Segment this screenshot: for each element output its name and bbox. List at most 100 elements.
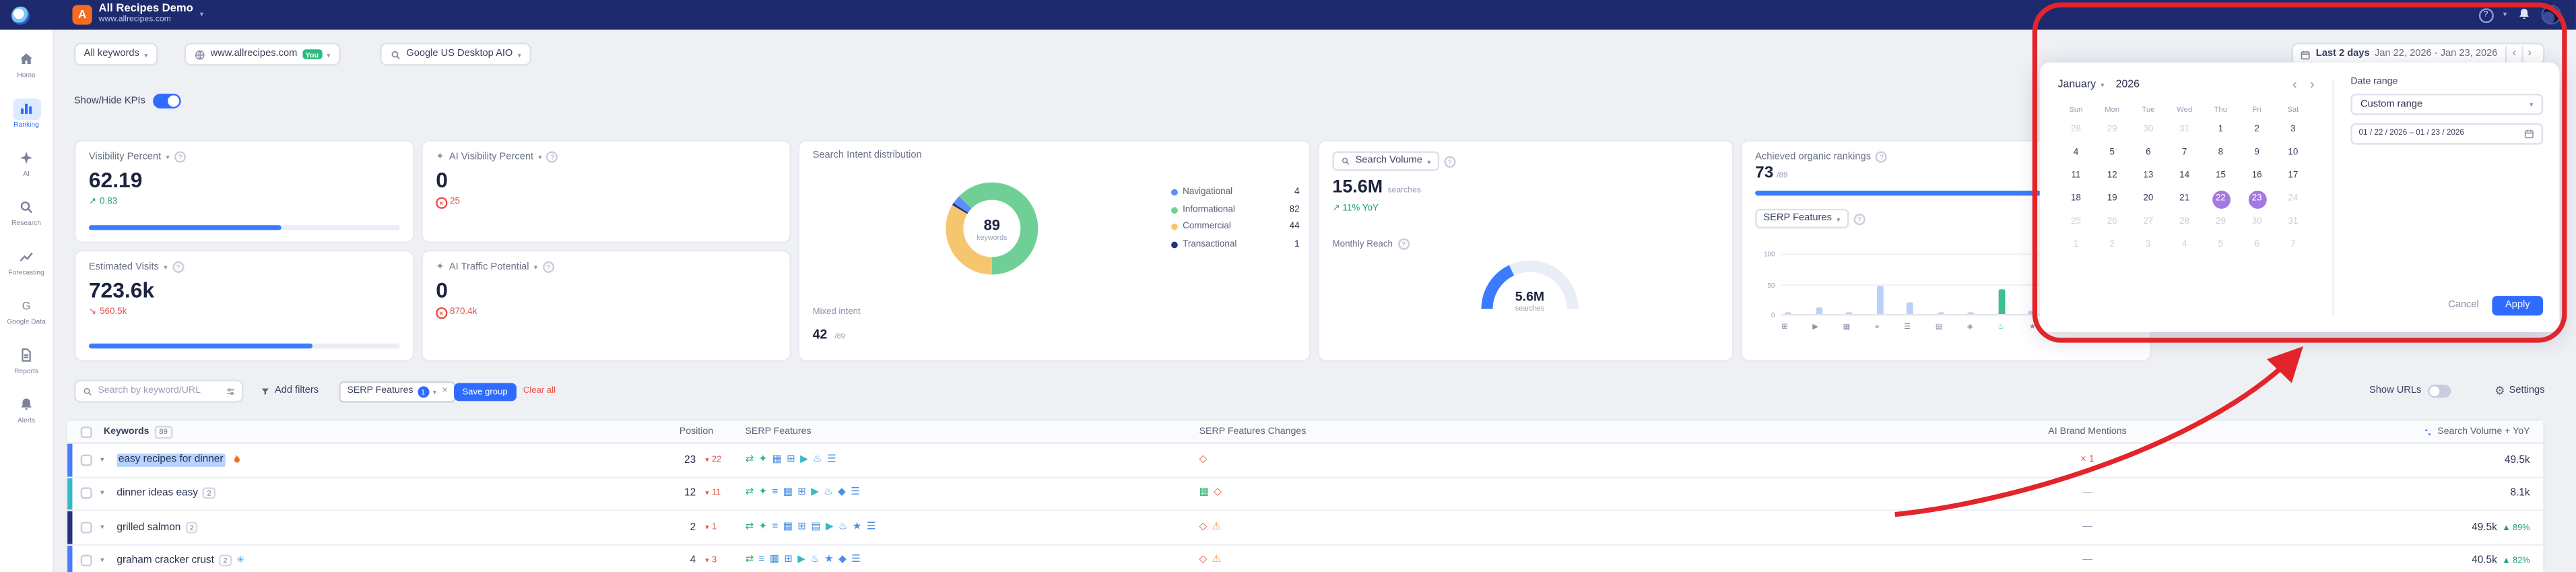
calendar-next-month-icon[interactable]: › <box>2310 77 2315 92</box>
cancel-button[interactable]: Cancel <box>2448 300 2479 311</box>
sidebar-item-alerts[interactable]: Alerts <box>0 385 53 434</box>
calendar-month-select[interactable]: January <box>2058 79 2096 90</box>
calendar-day[interactable]: 11 <box>2058 164 2094 187</box>
sidebar-item-google-data[interactable]: G Google Data <box>0 286 53 336</box>
column-position[interactable]: Position <box>680 421 713 443</box>
brand-logo-icon[interactable] <box>11 5 30 24</box>
calendar-day[interactable]: 12 <box>2094 164 2130 187</box>
table-row[interactable]: ▾ graham cracker crust 2 ✳ 4 ▼ 3 ⇄ ≡ ▦ ⊞ ▶ ♨ ★ ◆ ☰ ◇ ⚠ —40… <box>67 544 2544 572</box>
help-icon[interactable]: ? <box>542 261 554 273</box>
calendar-day[interactable]: 23 <box>2239 187 2275 210</box>
clear-all-button[interactable]: Clear all <box>523 386 556 396</box>
row-expander-icon[interactable]: ▾ <box>100 455 104 465</box>
notifications-bell-icon[interactable] <box>2517 0 2532 30</box>
calendar-day[interactable]: 6 <box>2130 141 2167 164</box>
card-title[interactable]: AI Visibility Percent <box>449 152 533 162</box>
apply-button[interactable]: Apply <box>2492 296 2544 316</box>
keyword-text[interactable]: graham cracker crust <box>117 555 213 567</box>
calendar-year-select[interactable]: 2026 <box>2116 79 2140 90</box>
column-search-volume[interactable]: Search Volume + YoY <box>2422 421 2530 443</box>
date-prev-icon[interactable]: ‹ <box>2505 46 2521 63</box>
calendar-day[interactable]: 16 <box>2239 164 2275 187</box>
site-dropdown[interactable]: www.allrecipes.com You ▾ <box>184 42 341 66</box>
calendar-day[interactable]: 7 <box>2167 141 2203 164</box>
column-serp-features[interactable]: SERP Features <box>745 421 811 443</box>
date-range-input[interactable]: 01 / 22 / 2026 – 01 / 23 / 2026 <box>2350 123 2544 145</box>
calendar-day[interactable]: 1 <box>2203 119 2239 141</box>
chevron-down-icon[interactable]: ▾ <box>166 153 170 161</box>
row-expander-icon[interactable]: ▾ <box>100 556 104 566</box>
chevron-down-icon[interactable]: ▾ <box>2503 10 2507 18</box>
column-serp-changes[interactable]: SERP Features Changes <box>1199 421 1307 443</box>
project-switcher[interactable]: A All Recipes Demo www.allrecipes.com ▾ <box>72 3 203 26</box>
date-next-icon[interactable]: › <box>2521 46 2537 63</box>
calendar-day[interactable]: 8 <box>2203 141 2239 164</box>
sidebar-item-home[interactable]: Home <box>0 40 53 89</box>
kpi-toggle[interactable] <box>154 94 182 109</box>
column-ai-brand-mentions[interactable]: AI Brand Mentions <box>1989 421 2186 443</box>
help-icon[interactable]: ? <box>1853 212 1865 225</box>
select-all-checkbox[interactable] <box>80 425 92 437</box>
calendar-day[interactable]: 19 <box>2094 187 2130 210</box>
serp-features-dropdown[interactable]: SERP Features ▾ <box>1755 208 1849 229</box>
table-row[interactable]: ▾ dinner ideas easy 2 12 ▼ 11 ⇄ ✦ ≡ ▦ ⊞ ▶ ♨ ◆ ☰ ▦ ◇ —8.1k <box>67 477 2544 511</box>
user-avatar[interactable] <box>2541 5 2561 25</box>
keyword-text[interactable]: grilled salmon <box>117 521 180 533</box>
help-icon[interactable]: ? <box>174 151 187 163</box>
sidebar-item-ranking[interactable]: Ranking <box>0 89 53 138</box>
table-row[interactable]: ▾ grilled salmon 2 2 ▼ 1 ⇄ ✦ ≡ ▦ ⊞ ▤ ▶ ♨ ★ ☰ ◇ ⚠ —49.5k ▲ 8… <box>67 511 2544 545</box>
table-row[interactable]: ▾ easy recipes for dinner 23 ▼ 22 ⇄ ✦ ▦ ⊞ ▶ ♨ ☰ ◇ × 1… <box>67 443 2544 478</box>
help-icon[interactable]: ? <box>546 151 558 163</box>
search-volume-dropdown[interactable]: Search Volume ▾ <box>1332 151 1439 171</box>
help-icon[interactable]: ? <box>1397 238 1410 250</box>
row-checkbox[interactable] <box>80 453 92 466</box>
search-input[interactable] <box>98 386 220 396</box>
add-filters-button[interactable]: Add filters <box>260 380 319 403</box>
calendar-day[interactable]: 13 <box>2130 164 2167 187</box>
keyword-text[interactable]: dinner ideas easy <box>117 488 198 499</box>
row-checkbox[interactable] <box>80 487 92 500</box>
help-icon[interactable]: ? <box>1876 151 1888 163</box>
calendar-day[interactable]: 4 <box>2058 141 2094 164</box>
keywords-group-dropdown[interactable]: All keywords ▾ <box>73 42 158 66</box>
help-icon[interactable]: ? <box>2478 7 2494 22</box>
keyword-search-box[interactable] <box>73 379 244 403</box>
calendar-day[interactable]: 20 <box>2130 187 2167 210</box>
row-expander-icon[interactable]: ▾ <box>100 488 104 499</box>
card-title[interactable]: Visibility Percent <box>89 152 161 162</box>
chevron-down-icon[interactable]: ▾ <box>164 263 167 271</box>
calendar-day[interactable]: 9 <box>2239 141 2275 164</box>
calendar-day[interactable]: 17 <box>2275 164 2311 187</box>
sidebar-item-research[interactable]: Research <box>0 187 53 236</box>
sidebar-item-reports[interactable]: Reports <box>0 336 53 385</box>
card-title[interactable]: AI Traffic Potential <box>449 262 529 272</box>
chevron-down-icon[interactable]: ▾ <box>534 263 537 271</box>
help-icon[interactable]: ? <box>172 261 184 273</box>
show-urls-toggle[interactable] <box>2428 384 2451 398</box>
card-title[interactable]: Estimated Visits <box>89 262 159 272</box>
row-checkbox[interactable] <box>80 521 92 534</box>
remove-filter-icon[interactable]: × <box>442 386 447 396</box>
sidebar-item-forecasting[interactable]: Forecasting <box>0 236 53 286</box>
calendar-day[interactable]: 5 <box>2094 141 2130 164</box>
row-checkbox[interactable] <box>80 555 92 567</box>
calendar-prev-month-icon[interactable]: ‹ <box>2292 77 2297 92</box>
calendar-day[interactable]: 14 <box>2167 164 2203 187</box>
calendar-day[interactable]: 3 <box>2275 119 2311 141</box>
calendar-day[interactable]: 18 <box>2058 187 2094 210</box>
date-range-preset-select[interactable]: Custom range ▾ <box>2350 94 2544 115</box>
sidebar-item-ai[interactable]: AI <box>0 138 53 187</box>
calendar-day[interactable]: 10 <box>2275 141 2311 164</box>
calendar-day[interactable]: 21 <box>2167 187 2203 210</box>
save-group-button[interactable]: Save group <box>454 383 516 402</box>
chevron-down-icon[interactable]: ▾ <box>538 153 541 161</box>
calendar-day[interactable]: 15 <box>2203 164 2239 187</box>
keyword-text[interactable]: easy recipes for dinner <box>117 453 225 467</box>
settings-button[interactable]: ⚙ Settings <box>2495 380 2544 403</box>
calendar-day[interactable]: 22 <box>2203 187 2239 210</box>
serp-features-filter-chip[interactable]: SERP Features 1 ▾ × <box>339 380 456 402</box>
calendar-day[interactable]: 2 <box>2239 119 2275 141</box>
row-expander-icon[interactable]: ▾ <box>100 522 104 532</box>
help-icon[interactable]: ? <box>1444 155 1456 167</box>
search-engine-dropdown[interactable]: Google US Desktop AIO ▾ <box>380 42 531 66</box>
